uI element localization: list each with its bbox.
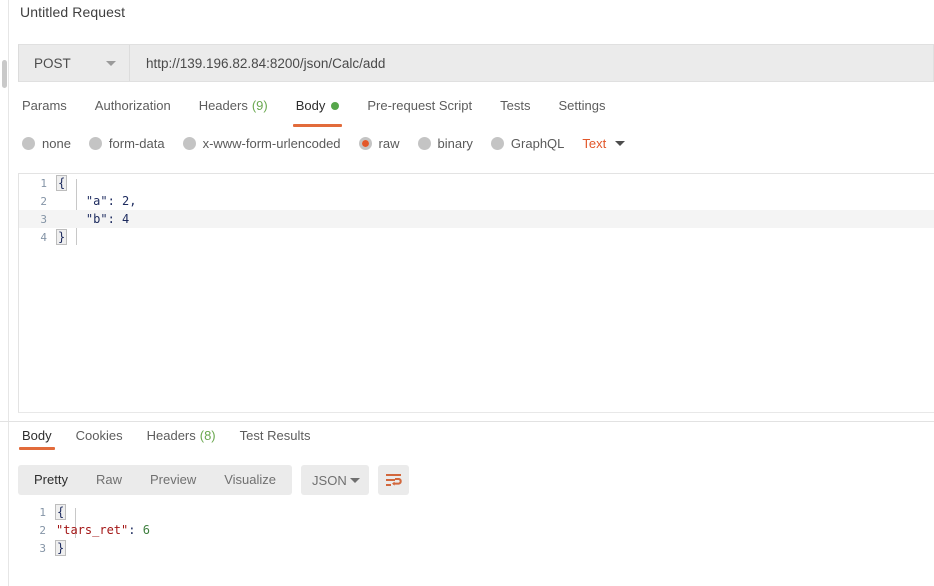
json-key: "tars_ret" [56, 523, 129, 537]
radio-binary-icon [417, 137, 431, 150]
response-tab-body-label: Body [22, 428, 52, 443]
json-separator: : [128, 523, 143, 537]
code-line: 1 { [19, 174, 934, 192]
code-line: 4 } [19, 228, 934, 246]
tab-body[interactable]: Body [282, 96, 354, 127]
code-text: { [56, 175, 68, 191]
body-type-form-data[interactable]: form-data [88, 136, 165, 151]
tab-tests-label: Tests [500, 98, 531, 113]
view-raw-button[interactable]: Raw [82, 465, 136, 495]
radio-raw-selected-icon [358, 137, 372, 150]
body-type-urlencoded-label: x-www-form-urlencoded [202, 136, 341, 151]
body-type-binary[interactable]: binary [417, 136, 473, 151]
tab-settings[interactable]: Settings [544, 96, 619, 124]
view-visualize-button[interactable]: Visualize [210, 465, 290, 495]
body-active-dot-icon [331, 102, 340, 110]
code-text: "b": 4 [57, 212, 130, 226]
code-line: 3 "b": 4 [19, 210, 934, 228]
response-body-editor[interactable]: 1 { 2 "tars_ret": 6 3 } [18, 503, 934, 573]
line-number: 2 [39, 523, 46, 537]
code-line: 2 "a": 2, [19, 192, 934, 210]
tab-authorization[interactable]: Authorization [81, 96, 185, 124]
chevron-down-icon [106, 60, 116, 66]
radio-form-data-icon [88, 137, 102, 150]
code-line: 1 { [18, 503, 934, 521]
tab-headers[interactable]: Headers (9) [185, 96, 282, 124]
radio-urlencoded-icon [182, 137, 196, 150]
response-tab-headers-label: Headers [146, 428, 196, 443]
body-type-graphql-label: GraphQL [510, 136, 565, 151]
view-pretty-button[interactable]: Pretty [20, 465, 82, 495]
response-toolbar: Pretty Raw Preview Visualize JSON [18, 465, 410, 495]
code-line: 2 "tars_ret": 6 [18, 521, 934, 539]
body-type-form-data-label: form-data [108, 136, 165, 151]
line-number: 1 [39, 505, 46, 519]
json-value: 6 [142, 523, 150, 537]
request-body-editor[interactable]: 1 { 2 "a": 2, 3 "b": 4 4 } [18, 173, 934, 413]
body-type-radio-group: none form-data x-www-form-urlencoded raw… [22, 136, 626, 151]
body-type-binary-label: binary [437, 136, 473, 151]
body-type-none-label: none [42, 136, 71, 151]
body-type-graphql[interactable]: GraphQL [490, 136, 565, 151]
body-type-raw-label: raw [378, 136, 400, 151]
response-language-select[interactable]: JSON [301, 465, 370, 495]
response-tab-cookies-label: Cookies [75, 428, 123, 443]
tab-tests[interactable]: Tests [486, 96, 544, 124]
request-body-code: 1 { 2 "a": 2, 3 "b": 4 4 } [19, 174, 934, 246]
view-preview-button[interactable]: Preview [136, 465, 210, 495]
response-tab-test-results-label: Test Results [239, 428, 311, 443]
response-view-group: Pretty Raw Preview Visualize [18, 465, 293, 495]
code-text: "tars_ret": 6 [56, 523, 150, 537]
request-title: Untitled Request [20, 4, 126, 20]
tab-headers-label: Headers [198, 98, 248, 113]
radio-none-icon [22, 137, 35, 150]
line-number: 4 [40, 230, 47, 244]
raw-format-label: Text [582, 136, 607, 151]
response-tab-cookies[interactable]: Cookies [64, 427, 135, 445]
tab-headers-count: (9) [251, 98, 268, 113]
response-tab-headers-count: (8) [199, 428, 216, 443]
tab-params-label: Params [22, 98, 67, 113]
response-language-label: JSON [312, 472, 347, 488]
code-text: } [55, 540, 67, 556]
body-type-raw[interactable]: raw [358, 136, 400, 151]
line-number: 1 [40, 176, 47, 190]
url-bar: POST http://139.196.82.84:8200/json/Calc… [18, 44, 934, 82]
postman-request-builder: Untitled Request POST http://139.196.82.… [0, 0, 934, 586]
chevron-down-icon [615, 141, 626, 146]
response-tab-headers[interactable]: Headers (8) [135, 427, 228, 445]
response-tab-bar: Body Cookies Headers (8) Test Results [10, 427, 322, 453]
code-text: } [56, 229, 68, 245]
http-method-select[interactable]: POST [19, 45, 130, 81]
http-method-label: POST [34, 55, 71, 71]
response-divider [0, 421, 934, 422]
line-number: 3 [39, 541, 46, 555]
code-line: 3 } [18, 539, 934, 557]
code-text: "a": 2, [57, 194, 137, 208]
tab-authorization-label: Authorization [94, 98, 171, 113]
raw-format-select[interactable]: Text [582, 136, 626, 151]
tab-body-label: Body [295, 98, 326, 113]
tab-params[interactable]: Params [18, 96, 81, 124]
response-tab-test-results[interactable]: Test Results [228, 427, 323, 445]
tab-pre-request-script-label: Pre-request Script [367, 98, 473, 113]
wrap-lines-button[interactable] [378, 465, 410, 495]
response-body-code: 1 { 2 "tars_ret": 6 3 } [18, 503, 934, 557]
radio-graphql-icon [490, 137, 504, 150]
chevron-down-icon [350, 477, 361, 483]
code-text: { [55, 504, 67, 520]
line-number: 3 [40, 212, 47, 226]
line-number: 2 [40, 194, 47, 208]
request-tab-bar: Params Authorization Headers (9) Body Pr… [18, 96, 619, 127]
tab-settings-label: Settings [558, 98, 606, 113]
url-input[interactable]: http://139.196.82.84:8200/json/Calc/add [130, 45, 933, 81]
tab-pre-request-script[interactable]: Pre-request Script [353, 96, 486, 124]
wrap-lines-icon [386, 473, 402, 486]
body-type-none[interactable]: none [22, 136, 71, 151]
response-tab-body[interactable]: Body [10, 427, 64, 450]
body-type-urlencoded[interactable]: x-www-form-urlencoded [182, 136, 341, 151]
